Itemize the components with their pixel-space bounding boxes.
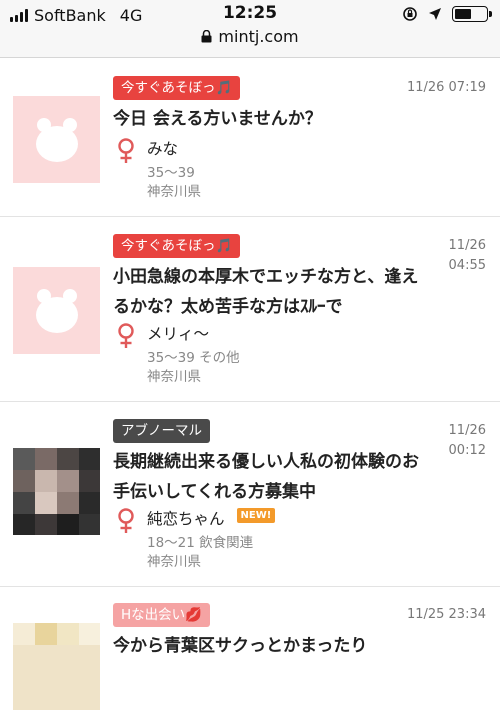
user-info: 純恋ちゃん NEW!	[115, 508, 276, 534]
post-date: 11/26 04:55	[449, 236, 486, 276]
post-date-time: 00:12	[448, 443, 486, 458]
new-badge: NEW!	[236, 508, 276, 523]
category-tag[interactable]: アブノーマル	[113, 419, 210, 443]
status-bar: SoftBank 4G 12:25 mintj.com	[0, 0, 500, 58]
user-region: 神奈川県	[147, 184, 201, 200]
bear-placeholder-icon	[36, 289, 78, 333]
address-bar[interactable]: mintj.com	[0, 27, 500, 46]
user-region: 神奈川県	[147, 554, 201, 570]
location-arrow-icon	[429, 8, 441, 20]
user-age: 35〜39	[147, 165, 195, 181]
post-title[interactable]: 長期継続出来る優しい人私の初体験のお 手伝いしてくれる方募集中	[113, 447, 433, 507]
female-icon	[118, 138, 134, 163]
post-title-line: 手伝いしてくれる方募集中	[113, 482, 316, 502]
post-item[interactable]: 今すぐあそぼっ🎵 11/26 07:19 今日 会える方いませんか？ みな 35…	[0, 58, 500, 217]
post-date: 11/26 07:19	[406, 80, 486, 95]
post-title[interactable]: 今日 会える方いませんか？	[113, 104, 433, 134]
user-age: 35〜39 その他	[147, 350, 240, 366]
battery-icon	[452, 6, 492, 22]
post-date: 11/26 00:12	[449, 421, 486, 461]
url-text: mintj.com	[218, 27, 299, 46]
mosaic-photo-icon	[13, 448, 100, 535]
female-icon	[118, 323, 134, 348]
category-tag[interactable]: 今すぐあそぼっ🎵	[113, 234, 241, 258]
category-tag[interactable]: Hな出会い💋	[113, 603, 210, 627]
post-title[interactable]: 小田急線の本厚木でエッチな方と、逢え るかな？太め苦手な方はｽﾙｰで	[113, 262, 433, 322]
post-item[interactable]: 今すぐあそぼっ🎵 11/26 04:55 小田急線の本厚木でエッチな方と、逢え …	[0, 217, 500, 402]
user-info: メリィ〜	[115, 323, 209, 349]
post-feed: 今すぐあそぼっ🎵 11/26 07:19 今日 会える方いませんか？ みな 35…	[0, 58, 500, 710]
lock-icon	[201, 30, 212, 43]
status-right	[402, 6, 492, 22]
post-date-day: 11/26	[448, 238, 486, 253]
female-icon	[118, 508, 134, 533]
user-name: メリィ〜	[147, 325, 210, 343]
profile-thumbnail[interactable]	[13, 96, 100, 183]
user-info: みな	[115, 138, 178, 164]
post-title-line: るかな？太め苦手な方はｽﾙｰで	[113, 297, 343, 317]
post-title[interactable]: 今から青葉区サクっとかまったり	[113, 631, 433, 661]
user-region: 神奈川県	[147, 369, 201, 385]
user-name: 純恋ちゃん	[147, 510, 225, 528]
category-tag[interactable]: 今すぐあそぼっ🎵	[113, 76, 241, 100]
profile-photo-mosaic[interactable]	[13, 448, 100, 535]
post-title-line: 長期継続出来る優しい人私の初体験のお	[113, 452, 419, 472]
profile-thumbnail[interactable]	[13, 267, 100, 354]
post-title-line: 小田急線の本厚木でエッチな方と、逢え	[113, 267, 419, 287]
post-date-day: 11/26	[448, 423, 486, 438]
mosaic-photo-icon	[13, 623, 100, 710]
rotation-lock-icon	[403, 7, 417, 21]
post-item[interactable]: Hな出会い💋 11/25 23:34 今から青葉区サクっとかまったり	[0, 587, 500, 710]
user-age: 18〜21 飲食関連	[147, 535, 254, 551]
user-name: みな	[147, 140, 179, 158]
post-date: 11/25 23:34	[406, 607, 486, 622]
post-date-time: 04:55	[448, 258, 486, 273]
bear-placeholder-icon	[36, 118, 78, 162]
post-item[interactable]: アブノーマル 11/26 00:12 長期継続出来る優しい人私の初体験のお 手伝…	[0, 402, 500, 587]
profile-photo-mosaic[interactable]	[13, 623, 100, 710]
